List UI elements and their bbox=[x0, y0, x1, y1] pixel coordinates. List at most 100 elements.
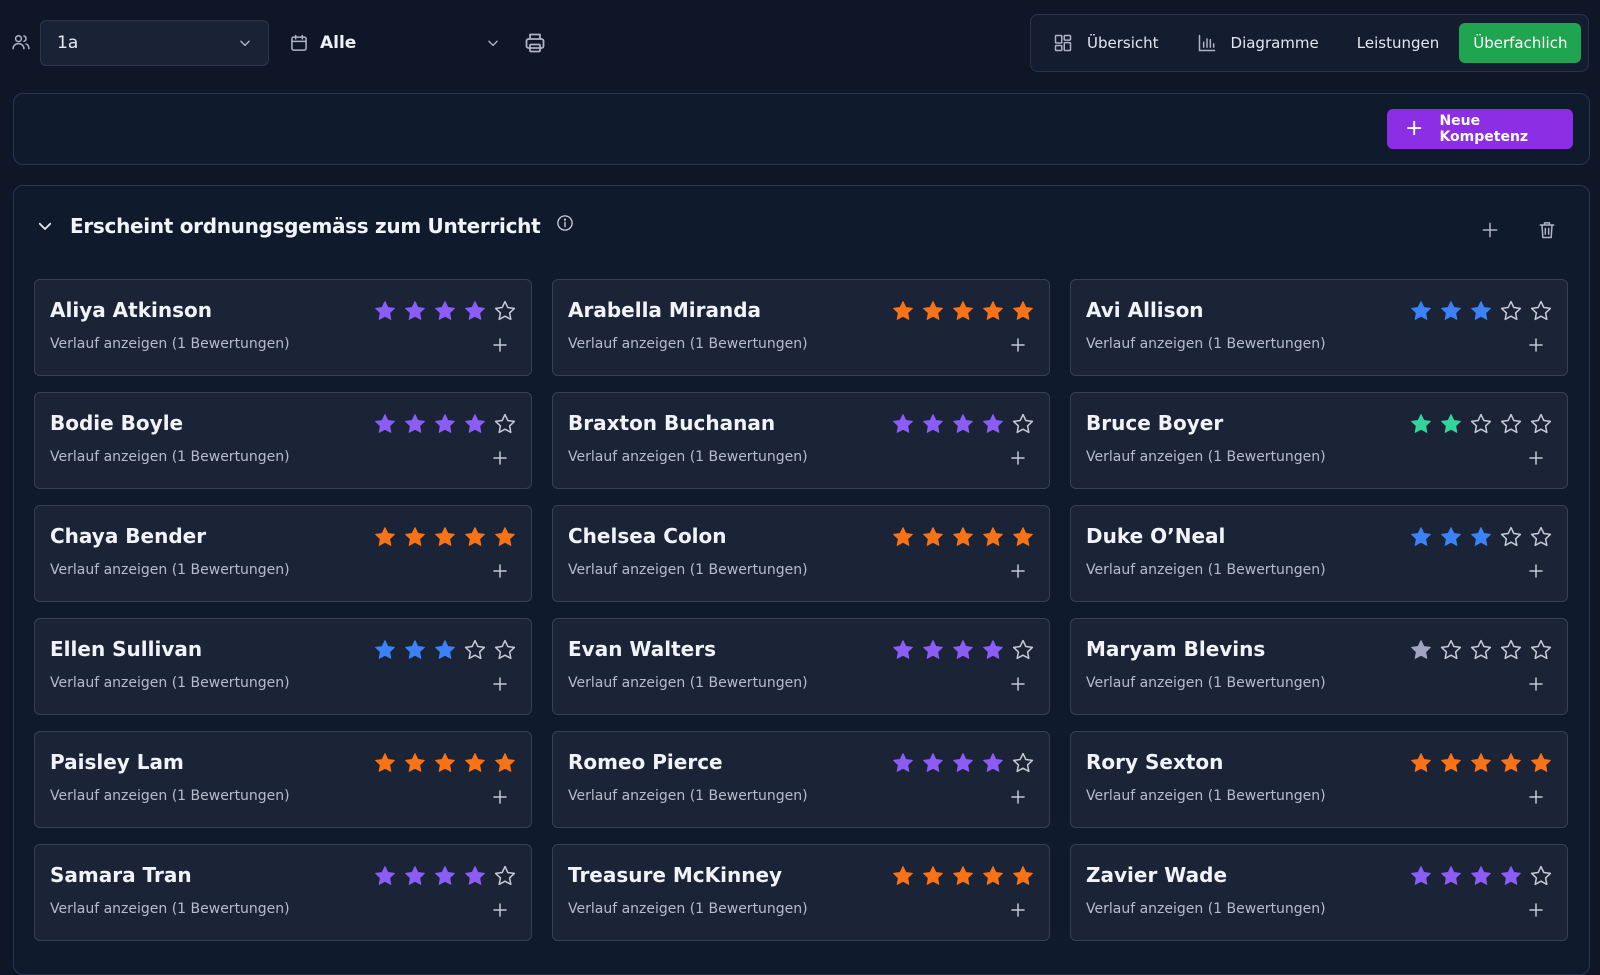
star-empty-icon[interactable] bbox=[493, 299, 517, 323]
history-link[interactable]: Verlauf anzeigen (1 Bewertungen) bbox=[568, 788, 808, 804]
star-filled-icon[interactable] bbox=[1409, 864, 1433, 888]
star-filled-icon[interactable] bbox=[1439, 864, 1463, 888]
star-filled-icon[interactable] bbox=[463, 751, 487, 775]
star-filled-icon[interactable] bbox=[1011, 299, 1035, 323]
history-link[interactable]: Verlauf anzeigen (1 Bewertungen) bbox=[568, 901, 808, 917]
star-filled-icon[interactable] bbox=[403, 751, 427, 775]
star-filled-icon[interactable] bbox=[951, 299, 975, 323]
star-filled-icon[interactable] bbox=[951, 864, 975, 888]
history-link[interactable]: Verlauf anzeigen (1 Bewertungen) bbox=[50, 788, 290, 804]
add-rating-icon[interactable] bbox=[491, 788, 509, 806]
star-filled-icon[interactable] bbox=[921, 412, 945, 436]
star-empty-icon[interactable] bbox=[1499, 412, 1523, 436]
star-filled-icon[interactable] bbox=[403, 525, 427, 549]
star-filled-icon[interactable] bbox=[1439, 751, 1463, 775]
star-filled-icon[interactable] bbox=[433, 525, 457, 549]
star-filled-icon[interactable] bbox=[951, 412, 975, 436]
star-filled-icon[interactable] bbox=[373, 638, 397, 662]
star-filled-icon[interactable] bbox=[891, 412, 915, 436]
add-icon[interactable] bbox=[1480, 220, 1500, 240]
star-empty-icon[interactable] bbox=[1499, 638, 1523, 662]
history-link[interactable]: Verlauf anzeigen (1 Bewertungen) bbox=[568, 562, 808, 578]
tab-uebersicht[interactable]: Übersicht bbox=[1041, 23, 1171, 63]
star-filled-icon[interactable] bbox=[891, 299, 915, 323]
star-filled-icon[interactable] bbox=[433, 412, 457, 436]
add-rating-icon[interactable] bbox=[1009, 562, 1027, 580]
period-select[interactable]: Alle bbox=[320, 20, 500, 66]
star-filled-icon[interactable] bbox=[433, 638, 457, 662]
star-empty-icon[interactable] bbox=[493, 638, 517, 662]
star-filled-icon[interactable] bbox=[891, 525, 915, 549]
star-filled-icon[interactable] bbox=[1469, 864, 1493, 888]
star-filled-icon[interactable] bbox=[1469, 299, 1493, 323]
star-filled-icon[interactable] bbox=[951, 638, 975, 662]
star-filled-icon[interactable] bbox=[1439, 299, 1463, 323]
star-filled-icon[interactable] bbox=[981, 751, 1005, 775]
history-link[interactable]: Verlauf anzeigen (1 Bewertungen) bbox=[1086, 675, 1326, 691]
star-empty-icon[interactable] bbox=[1499, 299, 1523, 323]
star-filled-icon[interactable] bbox=[891, 751, 915, 775]
star-filled-icon[interactable] bbox=[1499, 864, 1523, 888]
star-filled-icon[interactable] bbox=[1011, 525, 1035, 549]
add-rating-icon[interactable] bbox=[1527, 562, 1545, 580]
add-rating-icon[interactable] bbox=[491, 901, 509, 919]
star-empty-icon[interactable] bbox=[1499, 525, 1523, 549]
history-link[interactable]: Verlauf anzeigen (1 Bewertungen) bbox=[1086, 901, 1326, 917]
add-rating-icon[interactable] bbox=[1009, 675, 1027, 693]
add-rating-icon[interactable] bbox=[1527, 675, 1545, 693]
star-empty-icon[interactable] bbox=[1529, 638, 1553, 662]
star-filled-icon[interactable] bbox=[891, 864, 915, 888]
star-filled-icon[interactable] bbox=[1469, 751, 1493, 775]
star-filled-icon[interactable] bbox=[373, 525, 397, 549]
add-rating-icon[interactable] bbox=[1527, 336, 1545, 354]
star-filled-icon[interactable] bbox=[981, 638, 1005, 662]
star-filled-icon[interactable] bbox=[1529, 751, 1553, 775]
star-empty-icon[interactable] bbox=[1529, 864, 1553, 888]
star-filled-icon[interactable] bbox=[403, 299, 427, 323]
history-link[interactable]: Verlauf anzeigen (1 Bewertungen) bbox=[50, 562, 290, 578]
add-rating-icon[interactable] bbox=[491, 336, 509, 354]
star-filled-icon[interactable] bbox=[403, 864, 427, 888]
star-empty-icon[interactable] bbox=[1011, 638, 1035, 662]
star-empty-icon[interactable] bbox=[1469, 638, 1493, 662]
tab-ueberfachlich[interactable]: Überfachlich bbox=[1459, 23, 1582, 63]
tab-diagramme[interactable]: Diagramme bbox=[1185, 23, 1331, 63]
history-link[interactable]: Verlauf anzeigen (1 Bewertungen) bbox=[1086, 562, 1326, 578]
star-empty-icon[interactable] bbox=[1529, 412, 1553, 436]
star-filled-icon[interactable] bbox=[921, 525, 945, 549]
star-empty-icon[interactable] bbox=[1011, 751, 1035, 775]
star-filled-icon[interactable] bbox=[1439, 412, 1463, 436]
star-filled-icon[interactable] bbox=[373, 751, 397, 775]
history-link[interactable]: Verlauf anzeigen (1 Bewertungen) bbox=[1086, 788, 1326, 804]
star-filled-icon[interactable] bbox=[921, 751, 945, 775]
star-filled-icon[interactable] bbox=[373, 299, 397, 323]
history-link[interactable]: Verlauf anzeigen (1 Bewertungen) bbox=[1086, 336, 1326, 352]
history-link[interactable]: Verlauf anzeigen (1 Bewertungen) bbox=[568, 449, 808, 465]
star-filled-icon[interactable] bbox=[951, 751, 975, 775]
star-filled-icon[interactable] bbox=[1409, 412, 1433, 436]
star-filled-icon[interactable] bbox=[1409, 751, 1433, 775]
add-rating-icon[interactable] bbox=[1527, 901, 1545, 919]
star-filled-icon[interactable] bbox=[1409, 299, 1433, 323]
star-empty-icon[interactable] bbox=[1529, 299, 1553, 323]
add-rating-icon[interactable] bbox=[1527, 449, 1545, 467]
star-filled-icon[interactable] bbox=[1011, 864, 1035, 888]
history-link[interactable]: Verlauf anzeigen (1 Bewertungen) bbox=[1086, 449, 1326, 465]
add-rating-icon[interactable] bbox=[1527, 788, 1545, 806]
add-rating-icon[interactable] bbox=[1009, 788, 1027, 806]
star-filled-icon[interactable] bbox=[981, 864, 1005, 888]
add-rating-icon[interactable] bbox=[1009, 449, 1027, 467]
star-empty-icon[interactable] bbox=[463, 638, 487, 662]
star-filled-icon[interactable] bbox=[433, 864, 457, 888]
star-filled-icon[interactable] bbox=[433, 751, 457, 775]
history-link[interactable]: Verlauf anzeigen (1 Bewertungen) bbox=[568, 675, 808, 691]
star-filled-icon[interactable] bbox=[1409, 525, 1433, 549]
history-link[interactable]: Verlauf anzeigen (1 Bewertungen) bbox=[50, 675, 290, 691]
star-filled-icon[interactable] bbox=[403, 412, 427, 436]
add-rating-icon[interactable] bbox=[491, 562, 509, 580]
info-icon[interactable] bbox=[556, 214, 574, 232]
history-link[interactable]: Verlauf anzeigen (1 Bewertungen) bbox=[50, 901, 290, 917]
add-rating-icon[interactable] bbox=[491, 449, 509, 467]
star-filled-icon[interactable] bbox=[373, 864, 397, 888]
star-filled-icon[interactable] bbox=[981, 525, 1005, 549]
